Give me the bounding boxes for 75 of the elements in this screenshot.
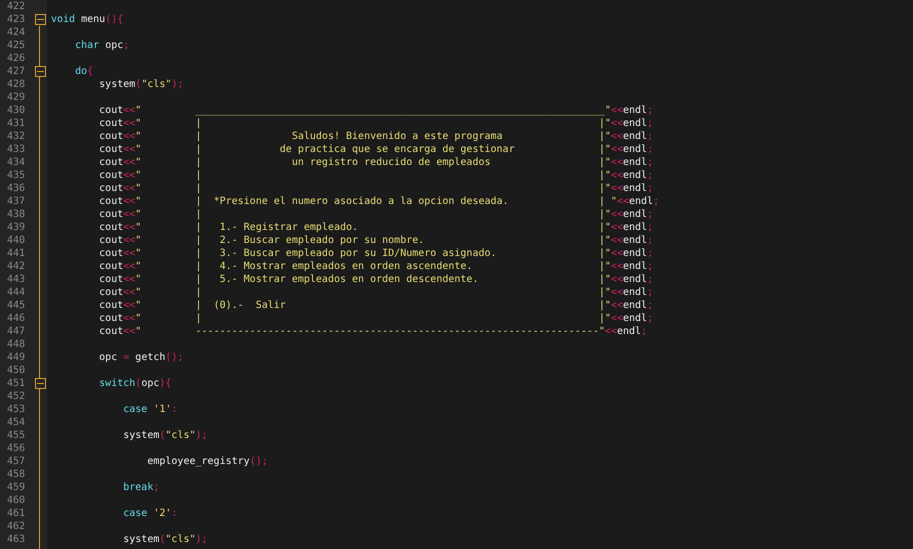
collapse-icon[interactable] bbox=[34, 66, 46, 77]
code-line: cout<<" | 5.- Mostrar empleados en orden descendente. |"<<endl; bbox=[98, 274, 654, 285]
code-line: cout<<" | 3.- Buscar empleado por su ID/Numero asignado. |"<<endl; bbox=[98, 248, 654, 259]
line-number: 450 bbox=[6, 364, 26, 377]
code-line: system("cls"); bbox=[122, 534, 208, 545]
line-number: 452 bbox=[6, 390, 26, 403]
line-number: 444 bbox=[6, 286, 26, 299]
line-number: 443 bbox=[6, 273, 26, 286]
code-line: cout<<" ____________________________________________________________________"<<endl; bbox=[98, 105, 654, 116]
line-number: 457 bbox=[6, 455, 26, 468]
code-line: cout<<" | |"<<endl; bbox=[98, 118, 654, 129]
code-line: case '2': bbox=[122, 508, 178, 519]
code-line: cout<<" | 4.- Mostrar empleados en orden ascendente. |"<<endl; bbox=[98, 261, 654, 272]
line-number: 445 bbox=[6, 299, 26, 312]
code-line: system("cls"); bbox=[122, 430, 208, 441]
line-number: 431 bbox=[6, 117, 26, 130]
line-number: 442 bbox=[6, 260, 26, 273]
code-line: void menu(){ bbox=[51, 14, 124, 25]
line-number: 447 bbox=[6, 325, 26, 338]
line-number: 423 bbox=[6, 13, 26, 26]
line-number: 440 bbox=[6, 234, 26, 247]
line-number: 451 bbox=[6, 377, 26, 390]
line-number: 432 bbox=[6, 130, 26, 143]
line-number: 422 bbox=[6, 0, 26, 13]
line-number: 429 bbox=[6, 91, 26, 104]
line-number: 456 bbox=[6, 442, 26, 455]
code-line: case '1': bbox=[122, 404, 178, 415]
line-number: 441 bbox=[6, 247, 26, 260]
line-number: 458 bbox=[6, 468, 26, 481]
line-number: 446 bbox=[6, 312, 26, 325]
line-number: 439 bbox=[6, 221, 26, 234]
line-number: 433 bbox=[6, 143, 26, 156]
code-line: do{ bbox=[74, 66, 94, 77]
code-line: employee_registry(); bbox=[146, 456, 268, 467]
code-line: char opc; bbox=[74, 40, 130, 51]
line-number: 426 bbox=[6, 52, 26, 65]
code-line: cout<<" | |"<<endl; bbox=[98, 209, 654, 220]
line-number: 455 bbox=[6, 429, 26, 442]
line-number: 462 bbox=[6, 520, 26, 533]
code-line: cout<<" | 1.- Registrar empleado. |"<<endl; bbox=[98, 222, 654, 233]
line-number: 430 bbox=[6, 104, 26, 117]
line-number: 434 bbox=[6, 156, 26, 169]
line-number: 435 bbox=[6, 169, 26, 182]
collapse-icon[interactable] bbox=[34, 14, 46, 25]
code-line: break; bbox=[122, 482, 160, 493]
line-number: 453 bbox=[6, 403, 26, 416]
code-line: cout<<" | |"<<endl; bbox=[98, 183, 654, 194]
code-line: cout<<" | un registro reducido de empleados |"<<endl; bbox=[98, 157, 654, 168]
line-number: 436 bbox=[6, 182, 26, 195]
line-number: 428 bbox=[6, 78, 26, 91]
line-number: 449 bbox=[6, 351, 26, 364]
code-line: cout<<" | *Presione el numero asociado a la opcion deseada. | "<<endl; bbox=[98, 196, 660, 207]
line-number: 461 bbox=[6, 507, 26, 520]
line-number: 454 bbox=[6, 416, 26, 429]
line-number: 438 bbox=[6, 208, 26, 221]
line-number: 425 bbox=[6, 39, 26, 52]
line-number: 460 bbox=[6, 494, 26, 507]
code-line: cout<<" -------------------------------------------------------------------"<<endl; bbox=[98, 326, 648, 337]
line-number: 448 bbox=[6, 338, 26, 351]
line-number: 427 bbox=[6, 65, 26, 78]
collapse-icon[interactable] bbox=[34, 378, 46, 389]
code-line: system("cls"); bbox=[98, 79, 184, 90]
line-number: 424 bbox=[6, 26, 26, 39]
code-line: cout<<" | de practica que se encarga de gestionar |"<<endl; bbox=[98, 144, 654, 155]
line-number: 437 bbox=[6, 195, 26, 208]
line-number: 463 bbox=[6, 533, 26, 546]
line-number: 459 bbox=[6, 481, 26, 494]
code-line: cout<<" | 2.- Buscar empleado por su nombre. |"<<endl; bbox=[98, 235, 654, 246]
code-line: cout<<" | |"<<endl; bbox=[98, 170, 654, 181]
code-line: switch(opc){ bbox=[98, 378, 172, 389]
code-line: cout<<" | |"<<endl; bbox=[98, 287, 654, 298]
code-line: cout<<" | |"<<endl; bbox=[98, 313, 654, 324]
code-line: cout<<" | Saludos! Bienvenido a este programa |"<<endl; bbox=[98, 131, 654, 142]
code-line: opc = getch(); bbox=[98, 352, 184, 363]
code-line: cout<<" | (0).- Salir |"<<endl; bbox=[98, 300, 654, 311]
